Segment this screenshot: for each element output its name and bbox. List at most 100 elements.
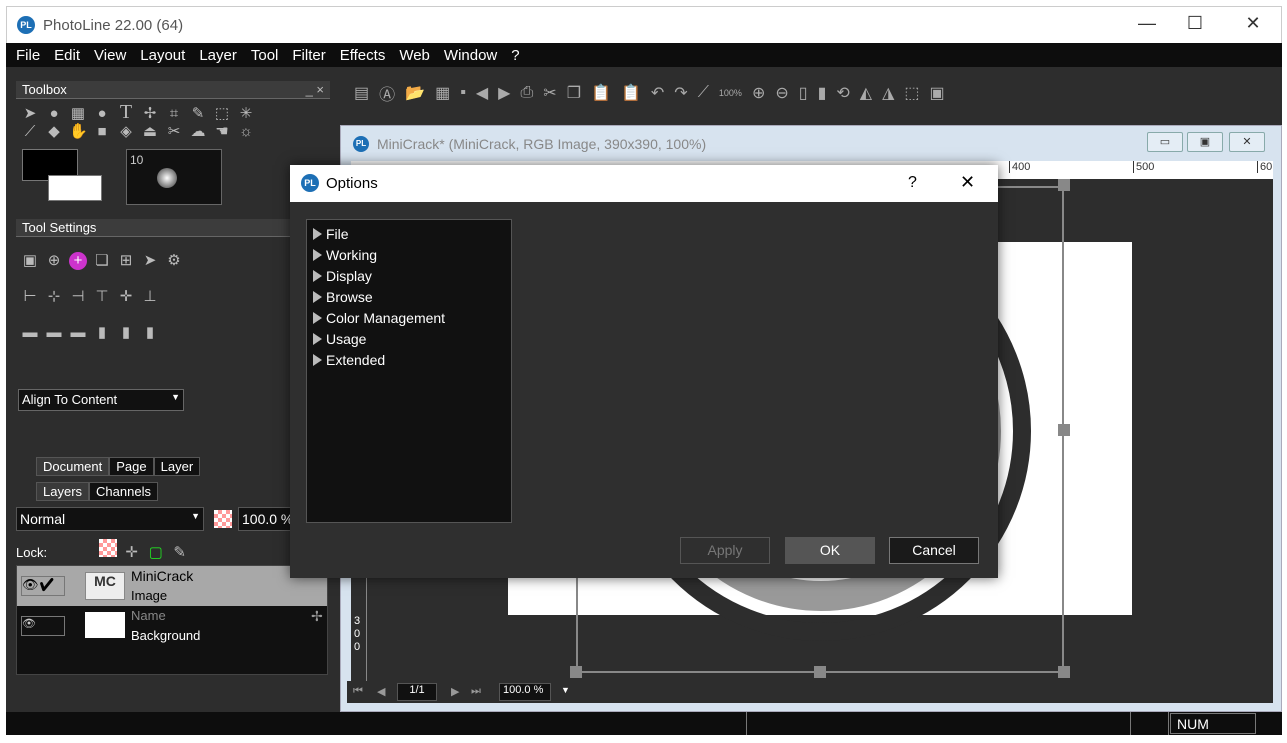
close-button[interactable]: ✕ (1233, 13, 1273, 37)
selection-tool-icon[interactable]: ⬚ (213, 105, 231, 123)
layer-row[interactable]: 👁 Name Background ✢ (17, 606, 327, 646)
zoom-input[interactable]: 100.0 % (499, 683, 551, 701)
align-top-icon[interactable]: ⊤ (93, 288, 111, 306)
blend-mode-select[interactable]: Normal ▼ (16, 507, 204, 531)
magic-wand-icon[interactable]: ✳ (237, 105, 255, 123)
menu-filter[interactable]: Filter (292, 47, 325, 64)
lock-paint-icon[interactable]: ✎ (171, 544, 189, 562)
align-bottom-icon[interactable]: ⊥ (141, 288, 159, 306)
sponge-tool-icon[interactable]: ☁ (189, 123, 207, 141)
new-text-icon[interactable]: Ⓐ (379, 81, 395, 105)
last-page-icon[interactable]: ⏭ (471, 685, 481, 698)
path-tool-icon[interactable]: ✢ (141, 105, 159, 123)
next-page-icon[interactable]: ▶ (451, 685, 459, 698)
align-select[interactable]: Align To Content ▼ (18, 389, 184, 411)
distribute-icon[interactable]: ▮ (93, 324, 111, 342)
zoom-dropdown-icon[interactable]: ▼ (561, 685, 570, 695)
visibility-eye-icon[interactable]: 👁✔ (21, 576, 65, 596)
tab-page[interactable]: Page (109, 457, 154, 476)
flip-h-icon[interactable]: ◭ (860, 83, 872, 103)
menu-tool[interactable]: Tool (251, 47, 279, 64)
target-icon[interactable]: ⊕ (45, 252, 63, 270)
background-color-swatch[interactable] (48, 175, 102, 201)
doc-minimize-button[interactable]: ▭ (1147, 132, 1183, 152)
light-tool-icon[interactable]: ☼ (237, 123, 255, 141)
zoom-out-icon[interactable]: ⊖ (775, 83, 788, 103)
save-icon[interactable]: ▪ (460, 84, 466, 102)
rotate-icon[interactable]: ⟲ (836, 83, 849, 103)
eraser-tool-icon[interactable]: ◆ (45, 123, 63, 141)
align-left-icon[interactable]: ⊢ (21, 288, 39, 306)
settings-icon[interactable]: ▣ (21, 252, 39, 270)
panel-close-icon[interactable]: _ × (306, 82, 324, 97)
gear-icon[interactable]: ⚙ (165, 252, 183, 270)
retouch-tool-icon[interactable]: ✂ (165, 123, 183, 141)
flip-v-icon[interactable]: ◮ (882, 83, 894, 103)
transform-handle[interactable] (1058, 179, 1070, 191)
transform-handle[interactable] (570, 666, 582, 678)
layer-row[interactable]: 👁✔ MC MiniCrack Image (17, 566, 327, 606)
gradient-tool-icon[interactable]: ■ (93, 123, 111, 141)
smudge-tool-icon[interactable]: ✋ (69, 123, 88, 141)
distribute-icon[interactable]: ▮ (117, 324, 135, 342)
cut-icon[interactable]: ✂ (543, 83, 556, 103)
distribute-icon[interactable]: ▬ (21, 324, 39, 342)
menu-edit[interactable]: Edit (54, 47, 80, 64)
tab-channels[interactable]: Channels (89, 482, 158, 501)
zoom-100-button[interactable]: 100% (719, 88, 742, 98)
fill-tool-icon[interactable]: ◈ (117, 123, 135, 141)
menu-file[interactable]: File (16, 47, 40, 64)
new-icon[interactable]: ▤ (354, 83, 369, 103)
transform-handle[interactable] (814, 666, 826, 678)
grid-icon[interactable]: ⊞ (117, 252, 135, 270)
brush-preview[interactable]: 10 (126, 149, 222, 205)
distribute-icon[interactable]: ▬ (45, 324, 63, 342)
dialog-close-button[interactable]: ✕ (960, 172, 975, 193)
page-fit-icon[interactable]: ▮ (818, 83, 827, 103)
undo-icon[interactable]: ↶ (651, 83, 664, 103)
tree-item-display[interactable]: Display (313, 266, 505, 287)
doc-close-button[interactable]: ✕ (1229, 132, 1265, 152)
tree-item-color-management[interactable]: Color Management (313, 308, 505, 329)
menu-view[interactable]: View (94, 47, 126, 64)
zoom-in-icon[interactable]: ⊕ (752, 83, 765, 103)
align-middle-icon[interactable]: ✛ (117, 288, 135, 306)
tab-layers[interactable]: Layers (36, 482, 90, 501)
transform-icon[interactable]: ⬚ (904, 83, 919, 103)
menu-window[interactable]: Window (444, 47, 497, 64)
add-icon[interactable]: + (69, 252, 87, 270)
tree-item-working[interactable]: Working (313, 245, 505, 266)
doc-maximize-button[interactable]: ▣ (1187, 132, 1223, 152)
menu-web[interactable]: Web (399, 47, 430, 64)
menu-help[interactable]: ? (511, 47, 519, 64)
tab-layer[interactable]: Layer (153, 457, 201, 476)
cancel-button[interactable]: Cancel (889, 537, 979, 564)
tab-document[interactable]: Document (36, 457, 110, 476)
finger-tool-icon[interactable]: ☚ (213, 123, 231, 141)
pipette-tool-icon[interactable]: ✎ (189, 105, 207, 123)
align-right-icon[interactable]: ⊣ (69, 288, 87, 306)
pointer-tool-icon[interactable]: ➤ (21, 105, 39, 123)
maximize-button[interactable]: ☐ (1175, 13, 1215, 37)
back-icon[interactable]: ◀ (476, 83, 488, 103)
minimize-button[interactable]: — (1127, 13, 1167, 37)
menu-layout[interactable]: Layout (140, 47, 185, 64)
tree-item-usage[interactable]: Usage (313, 329, 505, 350)
page-icon[interactable]: ▯ (799, 83, 808, 103)
crop-tool-icon[interactable]: ⌗ (165, 105, 183, 123)
brush-tool-icon[interactable]: ● (45, 105, 63, 123)
forward-icon[interactable]: ▶ (498, 83, 510, 103)
text-tool-icon[interactable]: T (117, 102, 135, 122)
copy-icon[interactable]: ❐ (567, 83, 581, 103)
visibility-eye-icon[interactable]: 👁 (21, 616, 65, 636)
print-icon[interactable]: ⎙ (520, 84, 533, 102)
paste-new-icon[interactable]: 📋 (621, 83, 641, 103)
transform-handle[interactable] (1058, 424, 1070, 436)
layers-icon[interactable]: ❏ (93, 252, 111, 270)
mesh-tool-icon[interactable]: ▦ (69, 105, 87, 123)
frame-icon[interactable]: ▣ (930, 83, 945, 103)
tree-item-file[interactable]: File (313, 224, 505, 245)
menu-effects[interactable]: Effects (340, 47, 386, 64)
page-input[interactable]: 1/1 (397, 683, 437, 701)
distribute-icon[interactable]: ▬ (69, 324, 87, 342)
